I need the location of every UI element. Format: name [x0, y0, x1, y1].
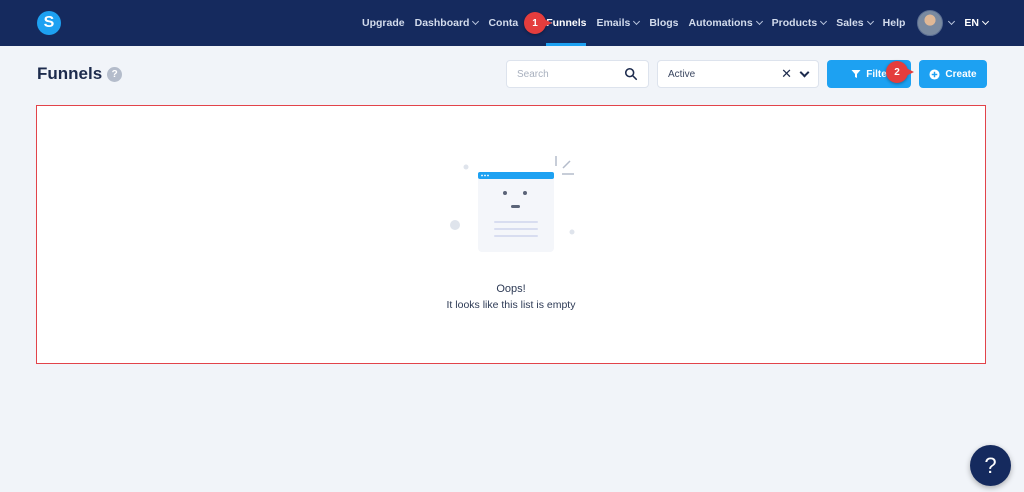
- status-select[interactable]: Active ✕: [657, 60, 819, 88]
- nav-item-label: Funnels: [546, 17, 587, 29]
- step-marker-1: 1: [524, 12, 552, 34]
- search-input[interactable]: [517, 68, 624, 80]
- empty-list-illustration-icon: [450, 156, 575, 252]
- plus-circle-icon: [929, 68, 940, 80]
- chevron-down-icon: [866, 17, 874, 26]
- nav-item-blogs[interactable]: Blogs: [649, 0, 678, 46]
- chevron-down-icon: [633, 17, 641, 26]
- app-logo-icon[interactable]: S: [37, 11, 61, 35]
- nav-item-dashboard[interactable]: Dashboard: [414, 0, 480, 46]
- chevron-down-icon: [755, 17, 763, 26]
- funnels-list-panel: Oops! It looks like this list is empty: [36, 105, 986, 364]
- empty-state-title: Oops!: [496, 283, 526, 295]
- nav-item-emails[interactable]: Emails: [596, 0, 641, 46]
- language-label: EN: [964, 17, 979, 29]
- filter-button-label: Filte: [866, 68, 887, 80]
- nav-item-label: Blogs: [649, 17, 679, 29]
- empty-state-message: It looks like this list is empty: [446, 299, 576, 311]
- status-select-value: Active: [668, 68, 696, 80]
- nav-item-label: Emails: [596, 17, 631, 29]
- close-icon[interactable]: ✕: [781, 66, 792, 82]
- help-chat-button[interactable]: ?: [970, 445, 1011, 486]
- page-title: Funnels ?: [37, 64, 123, 84]
- nav-item-label: Upgrade: [362, 17, 405, 29]
- nav-item-label: Products: [771, 17, 818, 29]
- chevron-down-icon[interactable]: [799, 67, 810, 77]
- create-button-label: Create: [945, 68, 977, 80]
- filter-funnel-icon: [851, 70, 861, 78]
- language-selector[interactable]: EN: [964, 17, 990, 29]
- nav-item-label: Help: [882, 17, 906, 29]
- chevron-down-icon: [820, 17, 828, 26]
- nav-item-funnels[interactable]: Funnels: [546, 0, 587, 46]
- search-icon[interactable]: [624, 67, 638, 81]
- question-icon[interactable]: ?: [107, 66, 123, 82]
- chevron-down-icon: [472, 17, 480, 26]
- top-navbar: S Upgrade Dashboard Conta Funnels Emails…: [0, 0, 1024, 46]
- nav-item-label: Dashboard: [414, 17, 470, 29]
- nav-item-help[interactable]: Help: [883, 0, 906, 46]
- nav-item-sales[interactable]: Sales: [836, 0, 874, 46]
- nav-item-automations[interactable]: Automations: [688, 0, 763, 46]
- page-title-text: Funnels: [37, 64, 103, 83]
- nav-item-label: Sales: [836, 17, 864, 29]
- nav-item-label: Automations: [688, 17, 753, 29]
- nav-item-upgrade[interactable]: Upgrade: [362, 0, 405, 46]
- nav-item-label: Conta: [488, 17, 519, 29]
- nav-item-products[interactable]: Products: [771, 0, 828, 46]
- chevron-down-icon[interactable]: [948, 17, 956, 26]
- nav-item-contacts[interactable]: Conta: [488, 0, 518, 46]
- user-avatar[interactable]: [917, 10, 944, 36]
- question-icon: ?: [984, 452, 997, 478]
- chevron-down-icon: [981, 17, 990, 26]
- search-box[interactable]: [506, 60, 649, 88]
- create-button[interactable]: Create: [919, 60, 987, 88]
- main-nav: Upgrade Dashboard Conta Funnels Emails B…: [352, 0, 990, 46]
- step-marker-2: 2: [886, 61, 914, 83]
